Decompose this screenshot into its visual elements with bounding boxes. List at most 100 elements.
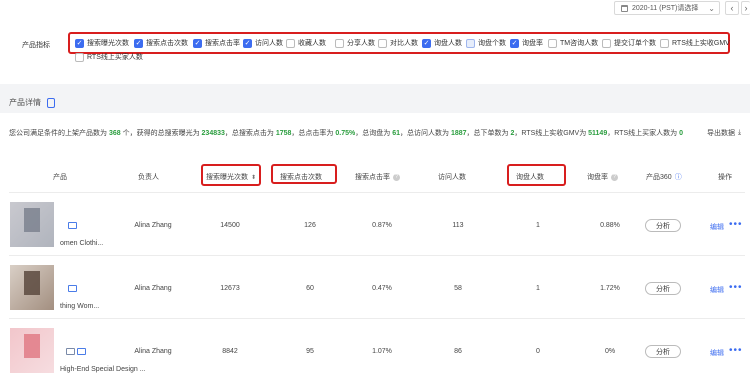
chevron-left-icon: ‹ <box>730 3 734 13</box>
info-icon[interactable] <box>47 97 55 108</box>
metric-checkbox[interactable]: ✓ 访问人数 <box>243 38 283 48</box>
metric-checkbox-label: 询盘人数 <box>434 40 462 47</box>
checkbox-icon[interactable]: ✓ <box>243 38 252 48</box>
product-thumbnail[interactable] <box>10 328 54 373</box>
clicks-cell: 126 <box>304 222 316 229</box>
metric-checkbox[interactable]: ✓ 询盘人数 <box>422 38 462 48</box>
checkbox-icon[interactable] <box>378 38 387 48</box>
tag-icon[interactable] <box>66 348 75 355</box>
visitors-cell: 86 <box>454 348 462 355</box>
edit-link[interactable]: 编辑 <box>710 348 724 358</box>
export-button[interactable]: 导出数据 ⤓ <box>707 128 741 138</box>
checkbox-icon[interactable] <box>335 38 344 48</box>
date-picker[interactable]: 2020-11 (PST)请选择 ⌄ <box>614 1 720 15</box>
more-icon[interactable]: ••• <box>729 283 743 293</box>
owner-cell: Alina Zhang <box>134 222 172 229</box>
metric-checkbox[interactable]: ✓ 询盘率 <box>510 38 543 48</box>
metric-checkbox-label: TM咨询人数 <box>560 40 599 47</box>
table-divider <box>9 255 745 256</box>
inquiry-rate-cell: 0.88% <box>600 222 620 229</box>
metric-checkbox-label: 收藏人数 <box>298 40 326 47</box>
metric-checkbox-label: 询盘率 <box>522 40 543 47</box>
edit-link[interactable]: 编辑 <box>710 222 724 232</box>
monitor-icon[interactable] <box>68 285 77 292</box>
more-icon[interactable]: ••• <box>729 220 743 230</box>
metric-checkbox[interactable]: 对比人数 <box>378 38 418 48</box>
analyze-button[interactable]: 分析 <box>645 282 681 295</box>
section-title: 产品详情 <box>9 98 41 107</box>
checkbox-icon[interactable]: ✓ <box>134 38 143 48</box>
thumbnail-image <box>24 334 40 358</box>
checkbox-icon[interactable]: ✓ <box>422 38 431 48</box>
more-icon[interactable]: ••• <box>729 346 743 356</box>
checkbox-icon[interactable] <box>602 38 611 48</box>
checkbox-icon[interactable] <box>286 38 295 48</box>
metric-checkbox-label: 搜索点击次数 <box>146 40 188 47</box>
metric-checkbox-label: RTS线上实收GMV <box>672 40 730 47</box>
metric-checkbox[interactable]: ✓ 搜索点击率 <box>193 38 240 48</box>
product-thumbnail[interactable] <box>10 202 54 247</box>
product-name[interactable]: High-End Special Design ... <box>60 366 146 373</box>
info-icon[interactable]: ⓘ <box>675 172 682 182</box>
metric-checkbox-label: RTS线上买家人数 <box>87 54 143 61</box>
clicks-cell: 95 <box>306 348 314 355</box>
impressions-cell: 8842 <box>222 348 238 355</box>
checkbox-icon[interactable]: ✓ <box>193 38 202 48</box>
col-header-ctr[interactable]: 搜索点击率? <box>355 172 400 182</box>
product-thumbnail[interactable] <box>10 265 54 310</box>
table-divider <box>9 192 745 193</box>
chevron-down-icon: ⌄ <box>708 3 715 13</box>
clicks-highlight-box <box>271 164 337 184</box>
edit-link[interactable]: 编辑 <box>710 285 724 295</box>
chevron-right-icon: › <box>744 3 748 13</box>
summary-text: 您公司满足条件的上架产品数为 368 个，获得的总搜索曝光为 234833，总搜… <box>9 130 683 137</box>
product-name[interactable]: omen Clothi... <box>60 240 103 247</box>
metric-checkbox-label: 提交订单个数 <box>614 40 656 47</box>
details-panel <box>0 113 750 385</box>
next-month-button[interactable]: › <box>741 1 750 15</box>
ctr-cell: 0.47% <box>372 285 392 292</box>
checkbox-icon[interactable] <box>75 52 84 62</box>
checkbox-icon[interactable] <box>660 38 669 48</box>
inquiry-rate-cell: 0% <box>604 348 616 355</box>
date-picker-value: 2020-11 (PST)请选择 <box>632 5 699 12</box>
col-header-inquiry-rate[interactable]: 询盘率? <box>587 172 618 182</box>
visitors-cell: 58 <box>454 285 462 292</box>
metric-checkbox[interactable]: TM咨询人数 <box>548 38 598 48</box>
metric-checkbox[interactable]: RTS线上实收GMV <box>660 38 730 48</box>
metrics-label: 产品指标 <box>22 42 50 49</box>
analyze-button[interactable]: 分析 <box>645 345 681 358</box>
product-name[interactable]: thing Wom... <box>60 303 99 310</box>
owner-cell: Alina Zhang <box>134 285 172 292</box>
metric-checkbox[interactable]: RTS线上买家人数 <box>75 52 143 62</box>
checkbox-icon[interactable]: ✓ <box>510 38 519 48</box>
metric-checkbox-label: 分享人数 <box>347 40 375 47</box>
monitor-icon[interactable] <box>77 348 86 355</box>
section-header: 产品详情 <box>9 97 55 108</box>
metric-checkbox[interactable]: ✓ 搜索曝光次数 <box>75 38 129 48</box>
monitor-icon[interactable] <box>68 222 77 229</box>
impressions-highlight-box <box>201 164 261 186</box>
metric-checkbox[interactable]: 收藏人数 <box>286 38 326 48</box>
help-icon[interactable]: ? <box>611 173 618 181</box>
checkbox-icon[interactable] <box>548 38 557 48</box>
help-icon[interactable]: ? <box>393 173 400 181</box>
metric-checkbox[interactable]: 分享人数 <box>335 38 375 48</box>
visitors-cell: 113 <box>452 222 464 229</box>
metric-checkbox[interactable]: ✓ 搜索点击次数 <box>134 38 188 48</box>
owner-cell: Alina Zhang <box>134 348 172 355</box>
metric-checkbox[interactable]: 询盘个数 <box>466 38 506 48</box>
thumbnail-image <box>24 271 40 295</box>
checkbox-icon[interactable] <box>466 38 475 48</box>
prev-month-button[interactable]: ‹ <box>725 1 739 15</box>
inquiry-users-highlight-box <box>507 164 566 186</box>
calendar-icon <box>621 4 628 12</box>
impressions-cell: 12673 <box>220 285 240 292</box>
export-label: 导出数据 <box>707 130 735 137</box>
analyze-button[interactable]: 分析 <box>645 219 681 232</box>
metric-checkbox[interactable]: 提交订单个数 <box>602 38 656 48</box>
checkbox-icon[interactable]: ✓ <box>75 38 84 48</box>
section-gap <box>0 84 750 92</box>
col-header-product: 产品 <box>53 174 67 181</box>
col-header-visitors[interactable]: 访问人数 <box>438 172 466 182</box>
